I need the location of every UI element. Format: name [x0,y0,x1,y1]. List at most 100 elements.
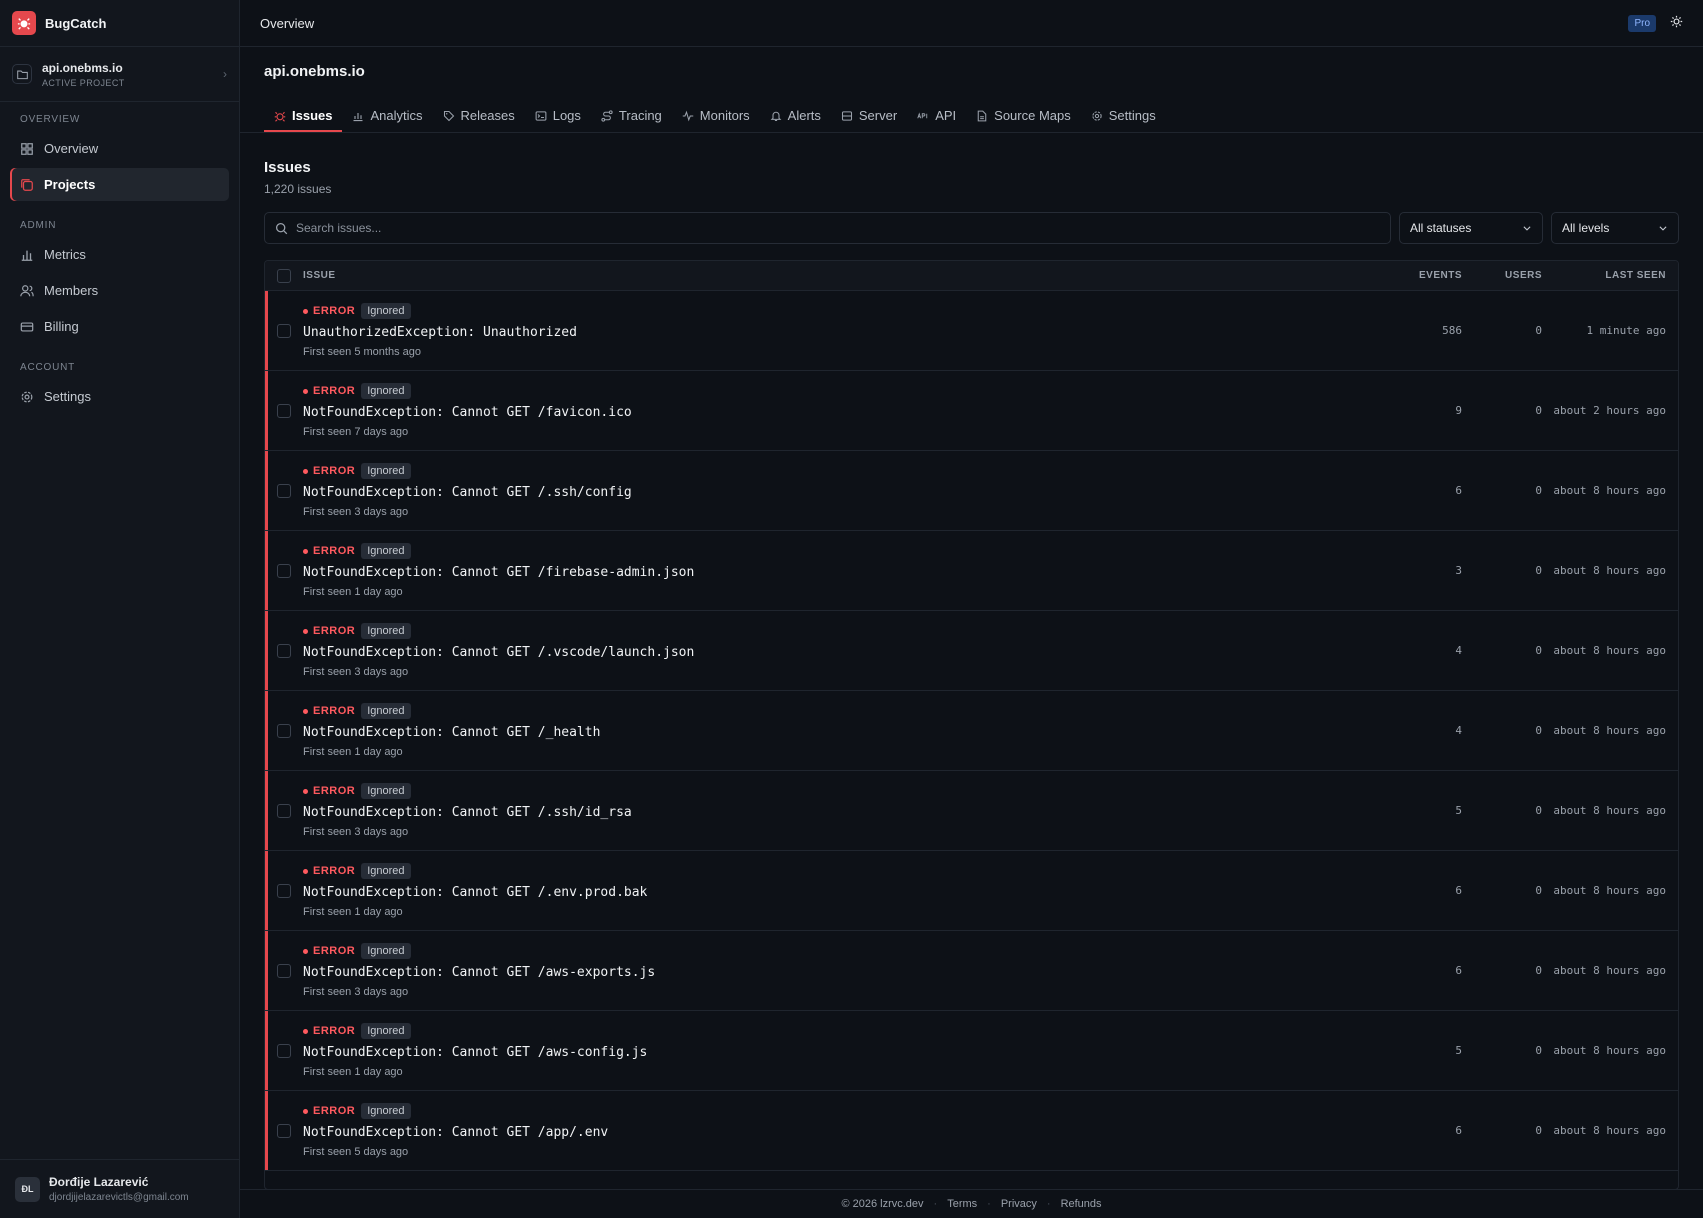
grid-icon [21,142,33,155]
sidebar-item-metrics[interactable]: Metrics [10,238,229,271]
first-seen: First seen 1 day ago [303,906,403,918]
row-checkbox[interactable] [277,803,291,818]
status-badge: Ignored [361,1103,411,1119]
level-text: ERROR [313,1025,356,1037]
level-text: ERROR [313,385,356,397]
sidebar-item-members[interactable]: Members [10,274,229,307]
tab-label: Monitors [699,108,750,123]
row-checkbox[interactable] [277,323,291,338]
tab-source-maps[interactable]: Source Maps [966,99,1081,132]
row-checkbox[interactable] [277,643,291,658]
first-seen: First seen 3 days ago [303,666,409,678]
column-header-events[interactable]: EVENTS [1382,270,1462,281]
level-label: ERROR [303,465,355,477]
table-row[interactable]: ERROR Ignored NotFoundException: Cannot … [265,691,1678,771]
table-row[interactable]: ERROR Ignored NotFoundException: Cannot … [265,1011,1678,1091]
sun-icon[interactable] [1670,15,1683,31]
issue-title[interactable]: NotFoundException: Cannot GET /app/.env [303,1125,1382,1140]
issues-table: ISSUE EVENTS USERS LAST SEEN ERROR Ignor… [264,260,1679,1190]
sidebar-item-label: Settings [44,389,91,404]
nav-heading-account: ACCOUNT [20,362,76,373]
footer-link-refunds[interactable]: Refunds [1061,1198,1102,1210]
bug-icon [274,111,286,122]
table-body: ERROR Ignored UnauthorizedException: Una… [265,291,1678,1171]
level-text: ERROR [313,785,356,797]
issue-title[interactable]: NotFoundException: Cannot GET /.ssh/id_r… [303,805,1382,820]
status-filter-select[interactable]: All statuses [1399,212,1543,244]
level-filter-select[interactable]: All levels [1551,212,1679,244]
page-title: Overview [260,15,315,31]
tab-analytics[interactable]: Analytics [342,99,432,132]
table-row[interactable]: ERROR Ignored NotFoundException: Cannot … [265,931,1678,1011]
first-seen: First seen 5 months ago [303,346,422,358]
row-checkbox[interactable] [277,483,291,498]
sidebar-item-settings[interactable]: Settings [10,380,229,413]
tab-issues[interactable]: Issues [264,99,342,132]
column-header-users[interactable]: USERS [1462,270,1542,281]
issue-title[interactable]: NotFoundException: Cannot GET /_health [303,725,1382,740]
first-seen: First seen 1 day ago [303,1066,403,1078]
table-row[interactable]: ERROR Ignored UnauthorizedException: Una… [265,291,1678,371]
events-count: 6 [1455,1124,1462,1137]
column-header-last-seen[interactable]: LAST SEEN [1542,270,1678,281]
row-checkbox[interactable] [277,723,291,738]
project-title: api.onebms.io [264,63,365,80]
tab-server[interactable]: Server [831,99,907,132]
table-row[interactable]: ERROR Ignored NotFoundException: Cannot … [265,371,1678,451]
tab-releases[interactable]: Releases [433,99,525,132]
issue-title[interactable]: NotFoundException: Cannot GET /.env.prod… [303,885,1382,900]
table-row[interactable]: ERROR Ignored NotFoundException: Cannot … [265,851,1678,931]
events-count: 586 [1442,324,1462,337]
sidebar-item-label: Members [44,283,99,298]
search-box[interactable] [264,212,1391,244]
issue-title[interactable]: NotFoundException: Cannot GET /aws-expor… [303,965,1382,980]
issue-title[interactable]: NotFoundException: Cannot GET /favicon.i… [303,405,1382,420]
sidebar-item-projects[interactable]: Projects [10,168,229,201]
project-switcher[interactable]: api.onebms.io ACTIVE PROJECT › [0,47,239,102]
users-count: 0 [1535,1044,1542,1057]
table-row[interactable]: ERROR Ignored NotFoundException: Cannot … [265,611,1678,691]
row-checkbox[interactable] [277,883,291,898]
tab-tracing[interactable]: Tracing [591,99,672,132]
issue-cell: ERROR Ignored NotFoundException: Cannot … [303,1023,1382,1078]
avatar: ĐL [15,1176,40,1202]
footer-link-terms[interactable]: Terms [947,1198,977,1210]
issue-cell: ERROR Ignored NotFoundException: Cannot … [303,863,1382,918]
table-row[interactable]: ERROR Ignored NotFoundException: Cannot … [265,771,1678,851]
gear-icon [1092,110,1102,121]
issue-title[interactable]: NotFoundException: Cannot GET /firebase-… [303,565,1382,580]
row-checkbox[interactable] [277,963,291,978]
tab-api[interactable]: API [907,99,966,132]
row-checkbox[interactable] [277,1123,291,1138]
sidebar-item-overview[interactable]: Overview [10,132,229,165]
tab-logs[interactable]: Logs [525,99,591,132]
row-checkbox[interactable] [277,563,291,578]
tab-label: Logs [552,108,581,123]
table-row[interactable]: ERROR Ignored NotFoundException: Cannot … [265,531,1678,611]
brand-name: BugCatch [45,15,107,31]
level-label: ERROR [303,625,355,637]
file-icon [977,110,987,121]
select-all-checkbox[interactable] [277,268,291,283]
issue-title[interactable]: UnauthorizedException: Unauthorized [303,325,1382,340]
table-row[interactable]: ERROR Ignored NotFoundException: Cannot … [265,451,1678,531]
issue-title[interactable]: NotFoundException: Cannot GET /aws-confi… [303,1045,1382,1060]
user-menu[interactable]: ĐL Đorđije Lazarević djordjijelazarevict… [0,1159,240,1218]
footer-link-privacy[interactable]: Privacy [1001,1198,1037,1210]
row-checkbox[interactable] [277,1043,291,1058]
column-header-issue[interactable]: ISSUE [303,270,1382,281]
issue-title[interactable]: NotFoundException: Cannot GET /.vscode/l… [303,645,1382,660]
first-seen: First seen 1 day ago [303,746,403,758]
brand[interactable]: BugCatch [0,0,239,47]
row-checkbox[interactable] [277,403,291,418]
tab-settings[interactable]: Settings [1081,99,1166,132]
status-filter-value: All statuses [1410,221,1472,235]
table-row[interactable]: ERROR Ignored NotFoundException: Cannot … [265,1091,1678,1171]
tab-monitors[interactable]: Monitors [672,99,760,132]
search-input[interactable] [296,221,1380,235]
sidebar-item-billing[interactable]: Billing [10,310,229,343]
issue-title[interactable]: NotFoundException: Cannot GET /.ssh/conf… [303,485,1382,500]
issue-cell: ERROR Ignored NotFoundException: Cannot … [303,783,1382,838]
error-dot-icon [303,628,308,634]
tab-alerts[interactable]: Alerts [760,99,831,132]
